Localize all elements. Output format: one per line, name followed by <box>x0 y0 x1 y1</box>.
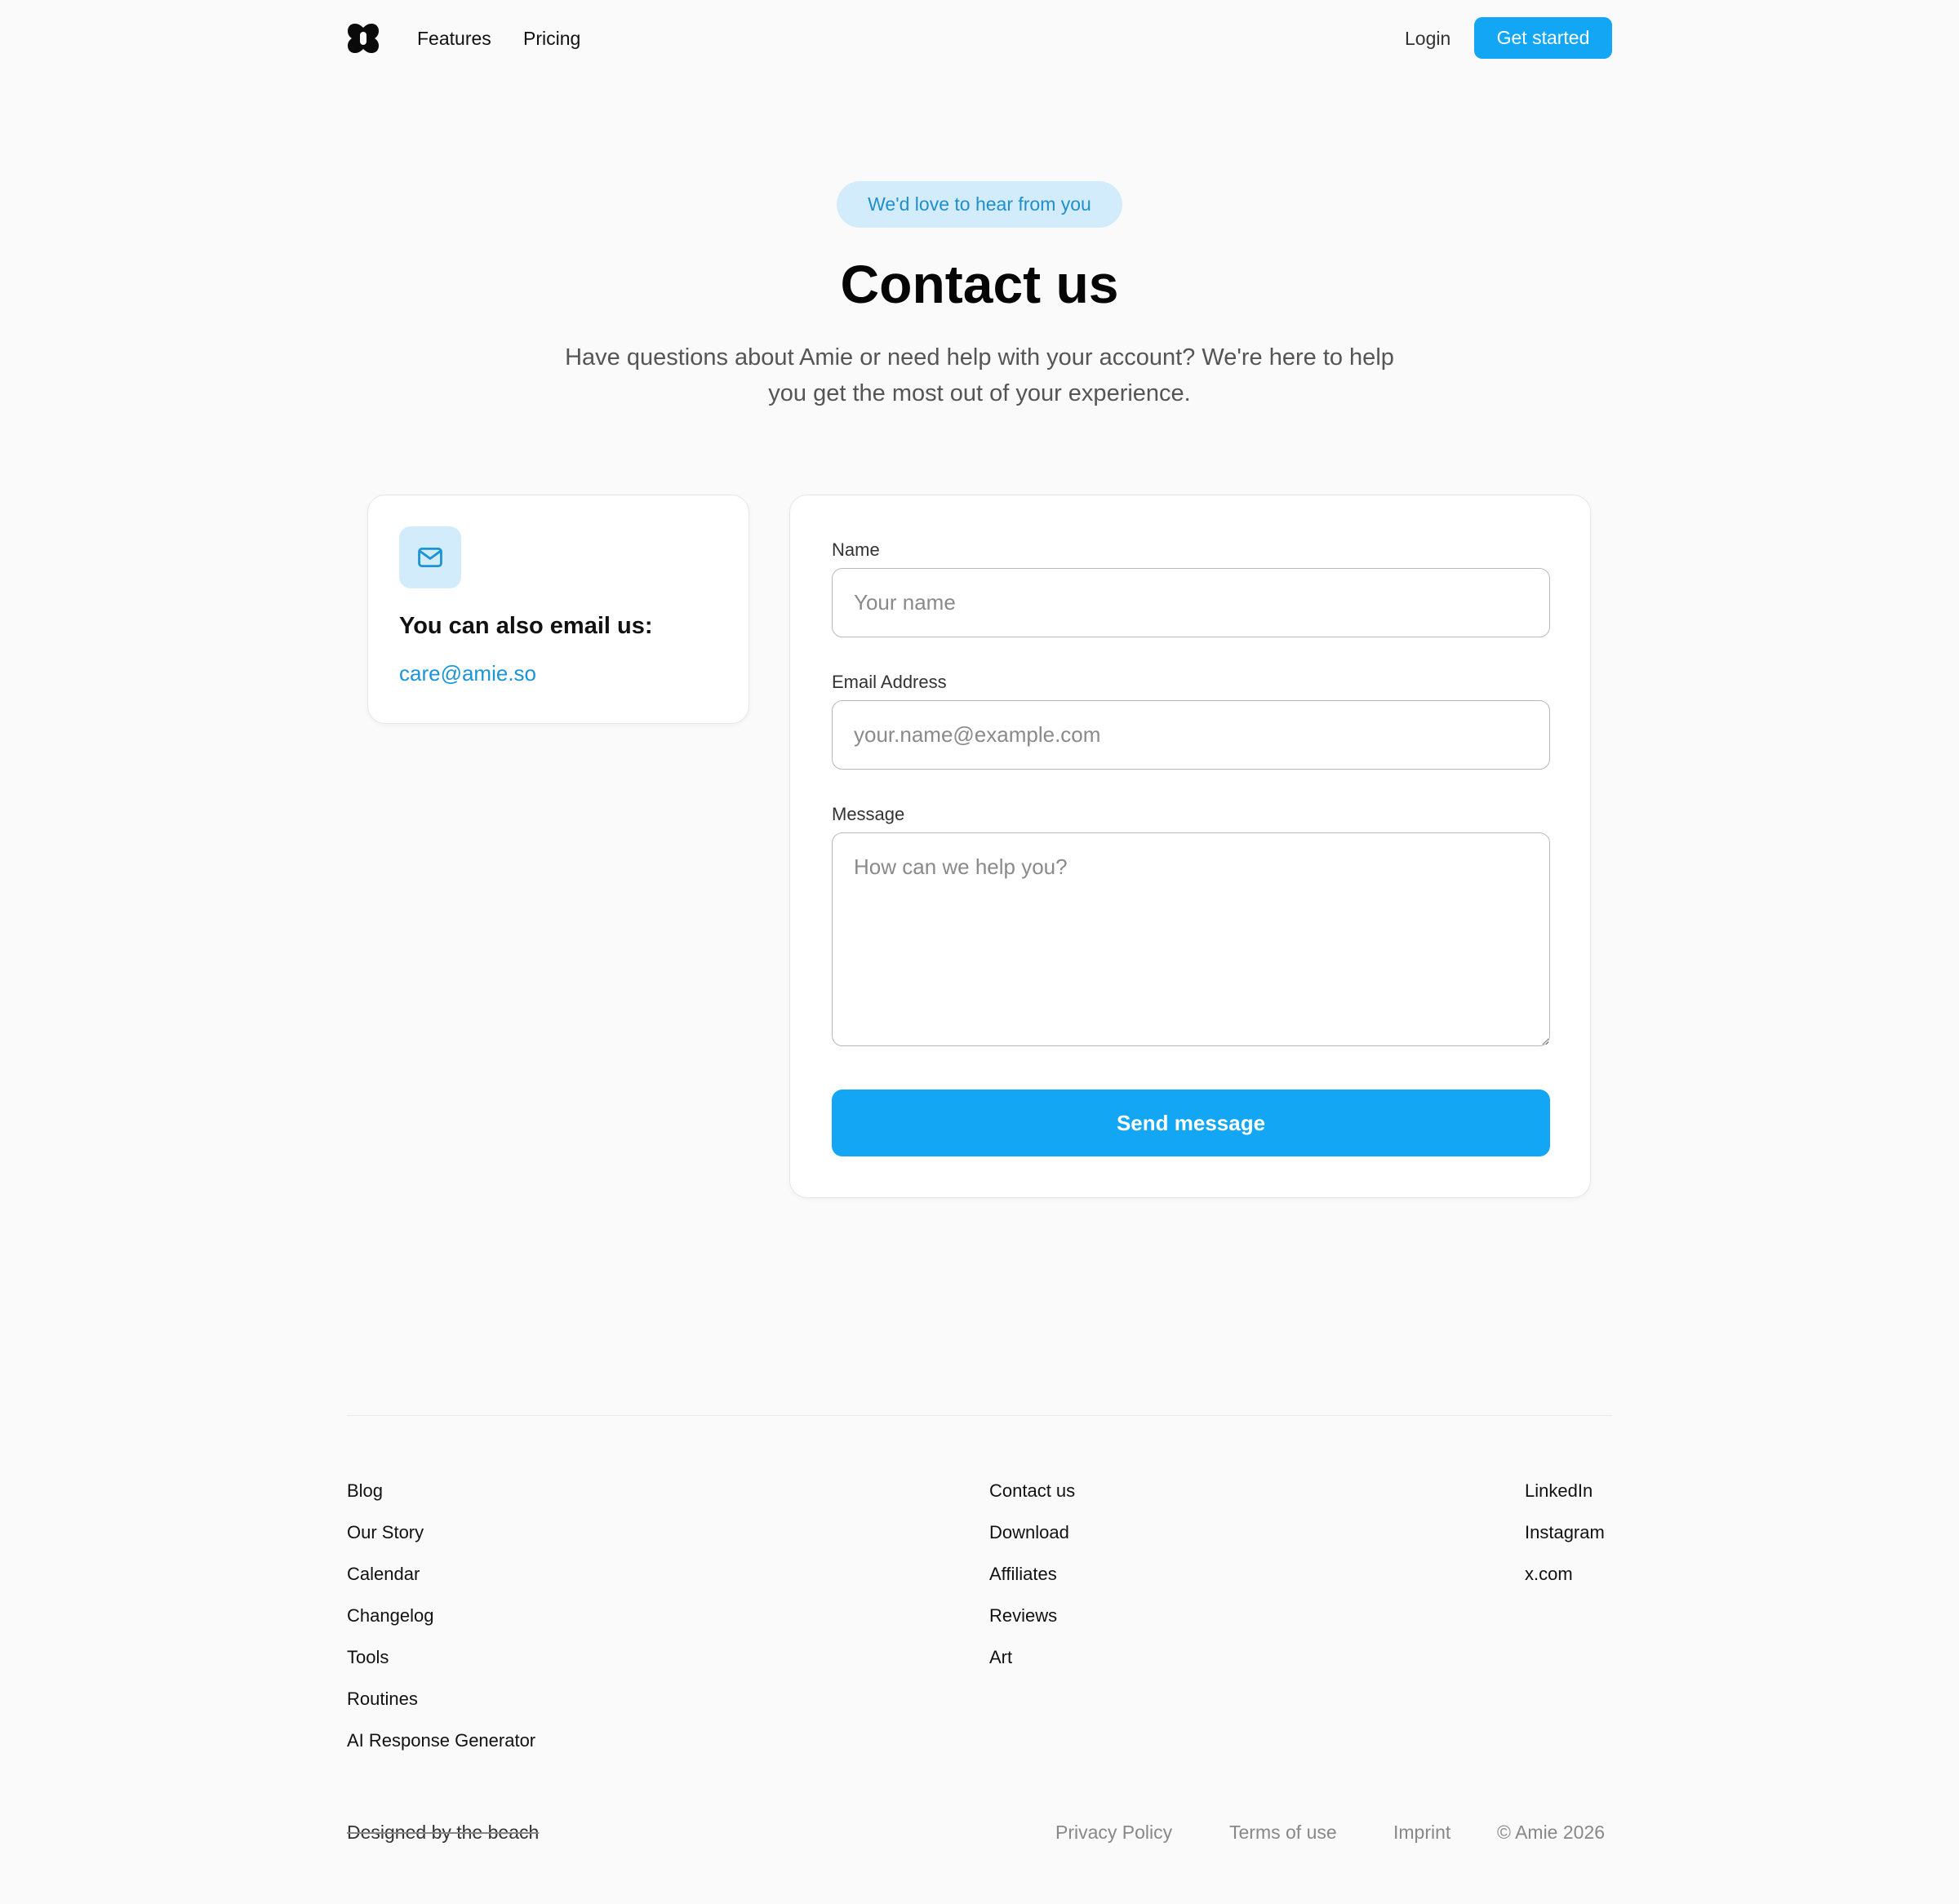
footer-link-tools[interactable]: Tools <box>347 1644 535 1685</box>
footer-link-routines[interactable]: Routines <box>347 1685 535 1727</box>
footer-column-social: LinkedIn Instagram x.com <box>1525 1477 1605 1602</box>
imprint-link[interactable]: Imprint <box>1393 1822 1450 1844</box>
hero-pill-badge: We'd love to hear from you <box>837 181 1122 228</box>
top-nav: Features Pricing Login Get started <box>0 0 1959 77</box>
name-input[interactable] <box>832 568 1550 637</box>
page-title: Contact us <box>840 254 1119 314</box>
copyright-text: © Amie 2026 <box>1497 1822 1606 1843</box>
footer-link-linkedin[interactable]: LinkedIn <box>1525 1477 1605 1519</box>
email-card: You can also email us: care@amie.so <box>367 495 749 724</box>
footer-divider <box>347 1415 1612 1416</box>
footer-link-reviews[interactable]: Reviews <box>989 1602 1075 1644</box>
send-message-button[interactable]: Send message <box>832 1090 1550 1156</box>
footer-link-contact-us[interactable]: Contact us <box>989 1477 1075 1519</box>
nav-pricing-link[interactable]: Pricing <box>523 24 580 52</box>
message-textarea[interactable] <box>832 832 1550 1046</box>
message-label: Message <box>832 804 905 824</box>
terms-of-use-link[interactable]: Terms of use <box>1229 1822 1337 1844</box>
email-input[interactable] <box>832 700 1550 770</box>
privacy-policy-link[interactable]: Privacy Policy <box>1055 1822 1172 1844</box>
footer-link-calendar[interactable]: Calendar <box>347 1560 535 1602</box>
mail-icon-tile <box>399 526 461 588</box>
email-label: Email Address <box>832 672 947 692</box>
footer-link-ai-response-generator[interactable]: AI Response Generator <box>347 1727 535 1769</box>
amie-logo-icon[interactable] <box>347 22 380 55</box>
footer-link-blog[interactable]: Blog <box>347 1477 535 1519</box>
get-started-button[interactable]: Get started <box>1474 17 1612 59</box>
footer-link-our-story[interactable]: Our Story <box>347 1519 535 1560</box>
mail-icon <box>418 547 442 568</box>
designed-by-tagline: Designed by the beach <box>347 1822 540 1843</box>
footer-column-1: Blog Our Story Calendar Changelog Tools … <box>347 1477 535 1769</box>
footer-link-changelog[interactable]: Changelog <box>347 1602 535 1644</box>
footer-link-affiliates[interactable]: Affiliates <box>989 1560 1075 1602</box>
footer-link-download[interactable]: Download <box>989 1519 1075 1560</box>
footer-link-instagram[interactable]: Instagram <box>1525 1519 1605 1560</box>
name-label: Name <box>832 539 880 560</box>
footer-link-art[interactable]: Art <box>989 1644 1075 1685</box>
contact-form-card: Name Email Address Message Send message <box>789 495 1591 1198</box>
email-link[interactable]: care@amie.so <box>399 661 536 686</box>
page-subtitle: Have questions about Amie or need help w… <box>565 344 1394 406</box>
nav-features-link[interactable]: Features <box>417 24 491 52</box>
footer-link-x[interactable]: x.com <box>1525 1560 1605 1602</box>
email-card-heading: You can also email us: <box>399 613 653 639</box>
footer-column-2: Contact us Download Affiliates Reviews A… <box>989 1477 1075 1685</box>
nav-login-link[interactable]: Login <box>1405 24 1450 52</box>
